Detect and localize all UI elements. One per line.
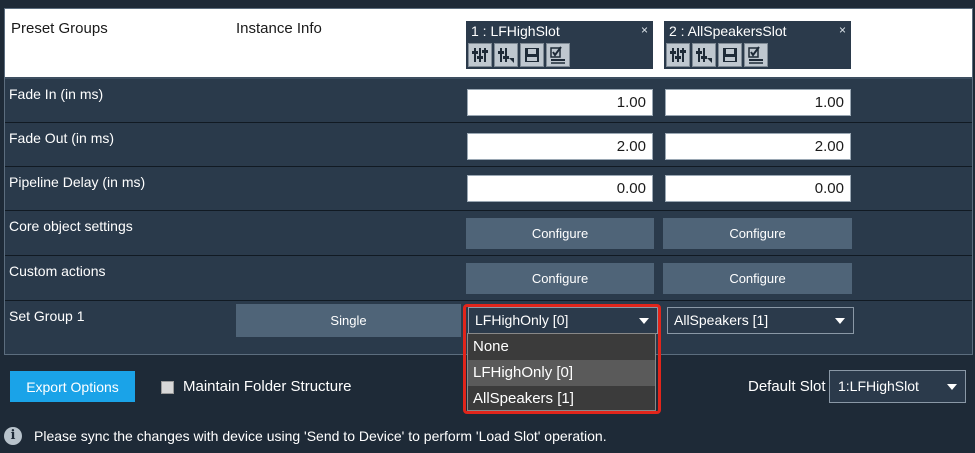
- default-slot-value: 1:LFHighSlot: [838, 378, 919, 394]
- fade-in-input-slot-1[interactable]: 1.00: [467, 89, 653, 116]
- info-message: Please sync the changes with device usin…: [34, 428, 607, 444]
- preset-groups-panel: Preset Groups Instance Info 1 : LFHighSl…: [4, 8, 973, 355]
- info-icon: i: [4, 427, 22, 445]
- header-row: Preset Groups Instance Info 1 : LFHighSl…: [5, 9, 972, 79]
- mixer-sliders-icon[interactable]: [468, 43, 492, 67]
- core-object-row: Core object settings Configure Configure: [5, 211, 972, 256]
- maintain-folder-checkbox[interactable]: [161, 381, 174, 394]
- custom-actions-row: Custom actions Configure Configure: [5, 256, 972, 301]
- dropdown-option-lfhighonly[interactable]: LFHighOnly [0]: [468, 360, 655, 386]
- close-slot-1-icon[interactable]: ×: [641, 23, 648, 37]
- group-select-slot-2-value: AllSpeakers [1]: [674, 312, 769, 328]
- single-mode-button[interactable]: Single: [236, 304, 461, 337]
- mixer-sliders-arrow-icon[interactable]: [692, 43, 716, 67]
- core-object-label: Core object settings: [9, 218, 133, 234]
- default-slot-select[interactable]: 1:LFHighSlot: [829, 370, 966, 403]
- fade-out-input-slot-1[interactable]: 2.00: [467, 133, 653, 160]
- fade-out-row: Fade Out (in ms) 2.00 2.00: [5, 123, 972, 167]
- configure-core-slot-1-button[interactable]: Configure: [466, 218, 654, 249]
- fade-in-row: Fade In (in ms) 1.00 1.00: [5, 79, 972, 123]
- close-slot-2-icon[interactable]: ×: [839, 23, 846, 37]
- preset-groups-header: Preset Groups: [11, 20, 108, 37]
- instance-info-header: Instance Info: [236, 20, 322, 37]
- chevron-down-icon: [835, 318, 845, 324]
- dropdown-option-none[interactable]: None: [468, 334, 655, 360]
- configure-core-slot-2-button[interactable]: Configure: [663, 218, 852, 249]
- chevron-down-icon: [947, 384, 957, 390]
- custom-actions-label: Custom actions: [9, 263, 106, 279]
- slot-header-2: 2 : AllSpeakersSlot ×: [664, 21, 851, 69]
- pipeline-delay-input-slot-1[interactable]: 0.00: [467, 175, 653, 202]
- pipeline-delay-input-slot-2[interactable]: 0.00: [665, 175, 851, 202]
- mixer-sliders-arrow-icon[interactable]: [494, 43, 518, 67]
- maintain-folder-label: Maintain Folder Structure: [183, 378, 352, 395]
- slot-header-1: 1 : LFHighSlot ×: [466, 21, 653, 69]
- slot-title-1: 1 : LFHighSlot: [471, 23, 560, 39]
- slot-title-2: 2 : AllSpeakersSlot: [669, 23, 787, 39]
- save-icon[interactable]: [718, 43, 742, 67]
- fade-out-input-slot-2[interactable]: 2.00: [665, 133, 851, 160]
- dropdown-option-allspeakers[interactable]: AllSpeakers [1]: [468, 386, 655, 412]
- fade-out-label: Fade Out (in ms): [9, 130, 115, 146]
- fade-in-label: Fade In (in ms): [9, 86, 104, 102]
- mixer-sliders-icon[interactable]: [666, 43, 690, 67]
- group-select-slot-2[interactable]: AllSpeakers [1]: [667, 307, 854, 334]
- checklist-icon[interactable]: [546, 43, 570, 67]
- export-options-button[interactable]: Export Options: [10, 371, 135, 402]
- configure-actions-slot-1-button[interactable]: Configure: [466, 263, 654, 294]
- pipeline-delay-row: Pipeline Delay (in ms) 0.00 0.00: [5, 167, 972, 211]
- configure-actions-slot-2-button[interactable]: Configure: [663, 263, 852, 294]
- group-dropdown-list: None LFHighOnly [0] AllSpeakers [1]: [467, 333, 656, 411]
- slot-toolbar-1: [468, 43, 570, 67]
- save-icon[interactable]: [520, 43, 544, 67]
- pipeline-delay-label: Pipeline Delay (in ms): [9, 174, 146, 190]
- fade-in-input-slot-2[interactable]: 1.00: [665, 89, 851, 116]
- set-group-label: Set Group 1: [9, 308, 85, 324]
- slot-toolbar-2: [666, 43, 768, 67]
- default-slot-label: Default Slot: [748, 378, 826, 395]
- checklist-icon[interactable]: [744, 43, 768, 67]
